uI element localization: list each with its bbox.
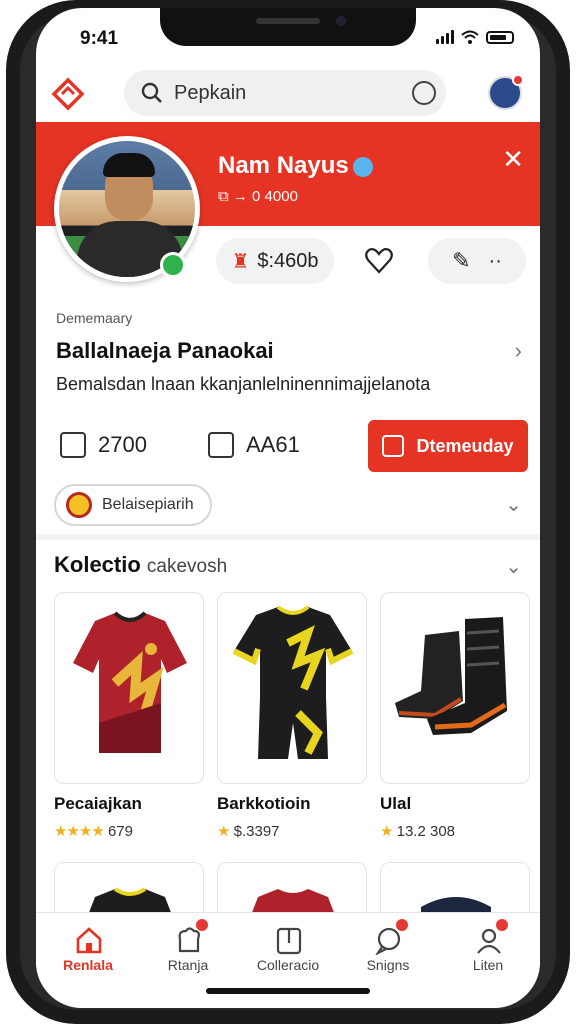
jersey-red-image — [73, 611, 187, 753]
profile-subtitle: ⧉ → 0 4000 — [218, 188, 298, 205]
app-screen: 9:41 Pepkain Nam Nayus ⧉ → 0 4000 ✕ ♜ $:… — [36, 8, 540, 1008]
edit-icon[interactable]: ✎ — [452, 248, 470, 274]
nav-item-liten[interactable]: Liten — [438, 913, 538, 1008]
app-logo-icon[interactable] — [50, 76, 86, 112]
notification-dot — [196, 919, 208, 931]
front-camera — [336, 16, 346, 26]
folder-icon — [276, 927, 302, 955]
metric-b-value: AA61 — [246, 432, 300, 457]
club-chip[interactable]: Belaisepiarih — [54, 484, 212, 526]
section-divider — [36, 534, 540, 540]
more-options-icon[interactable]: ·· — [489, 250, 502, 273]
metric-a-value: 2700 — [98, 432, 147, 457]
heart-icon[interactable] — [364, 246, 394, 276]
home-icon — [76, 927, 102, 954]
speaker — [256, 18, 320, 24]
tag-icon — [60, 432, 86, 458]
chevron-down-icon[interactable]: ⌄ — [505, 492, 522, 517]
chevron-right-icon[interactable]: › — [515, 338, 522, 364]
notch — [160, 8, 416, 46]
primary-cta-button[interactable]: Dtemeuday — [368, 420, 528, 472]
boots-image — [395, 617, 507, 735]
notification-dot — [512, 74, 524, 86]
clipboard-icon — [208, 432, 234, 458]
battery-icon — [486, 30, 514, 44]
nav-item-home[interactable]: Renlala — [38, 913, 138, 1008]
product-rating: ★ 13.2 308 — [380, 823, 456, 840]
verified-icon — [352, 156, 373, 177]
more-actions-pill[interactable]: ✎ ·· — [428, 238, 526, 284]
collection-chevron-icon[interactable]: ⌄ — [505, 554, 522, 579]
search-icon — [141, 82, 162, 103]
price-pill[interactable]: ♜ $:460b — [216, 238, 334, 284]
profile-name: Nam Nayus — [218, 152, 373, 180]
product-card[interactable] — [380, 592, 530, 784]
search-input[interactable]: Pepkain — [174, 82, 246, 105]
metric-b: AA61 — [208, 432, 300, 458]
section-description: Bemalsdan lnaan kkanjanlelninennimajjela… — [56, 374, 431, 394]
online-status-icon — [160, 252, 186, 278]
collection-title: Kolectio cakevosh — [54, 552, 228, 577]
club-badge-icon — [66, 492, 92, 518]
cta-label: Dtemeuday — [416, 435, 514, 456]
club-chip-label: Belaisepiarih — [102, 496, 194, 513]
section-label: Dememaary — [56, 310, 133, 326]
wifi-icon — [461, 30, 479, 44]
home-indicator[interactable] — [206, 988, 370, 994]
search-bar[interactable]: Pepkain — [124, 70, 446, 116]
product-name[interactable]: Pecaiajkan — [54, 794, 142, 814]
trophy-icon: ♜ — [231, 250, 250, 273]
product-name[interactable]: Ulal — [380, 794, 411, 814]
product-rating: ★★★★ 679 — [54, 823, 133, 840]
profile-actions: ♜ $:460b ✎ ·· — [216, 238, 528, 286]
top-bar: Pepkain — [36, 62, 540, 124]
section-title[interactable]: Ballalnaeja Panaokai — [56, 338, 274, 364]
cta-icon — [382, 435, 405, 457]
kit-black-image — [232, 605, 354, 759]
price-value: $:460b — [257, 249, 319, 272]
product-name[interactable]: Barkkotioin — [217, 794, 311, 814]
close-icon[interactable]: ✕ — [502, 144, 524, 175]
product-card[interactable] — [54, 592, 204, 784]
product-card[interactable] — [217, 592, 367, 784]
signal-icon — [436, 30, 454, 44]
status-time: 9:41 — [80, 28, 119, 49]
product-rating: ★ $.3397 — [217, 823, 280, 840]
notification-dot — [396, 919, 408, 931]
voice-search-icon[interactable] — [412, 81, 436, 105]
account-avatar[interactable] — [488, 74, 524, 110]
metrics-row: 2700 AA61 Dtemeuday — [56, 420, 528, 472]
metric-a: 2700 — [60, 432, 147, 458]
notification-dot — [496, 919, 508, 931]
status-icons — [436, 30, 514, 44]
